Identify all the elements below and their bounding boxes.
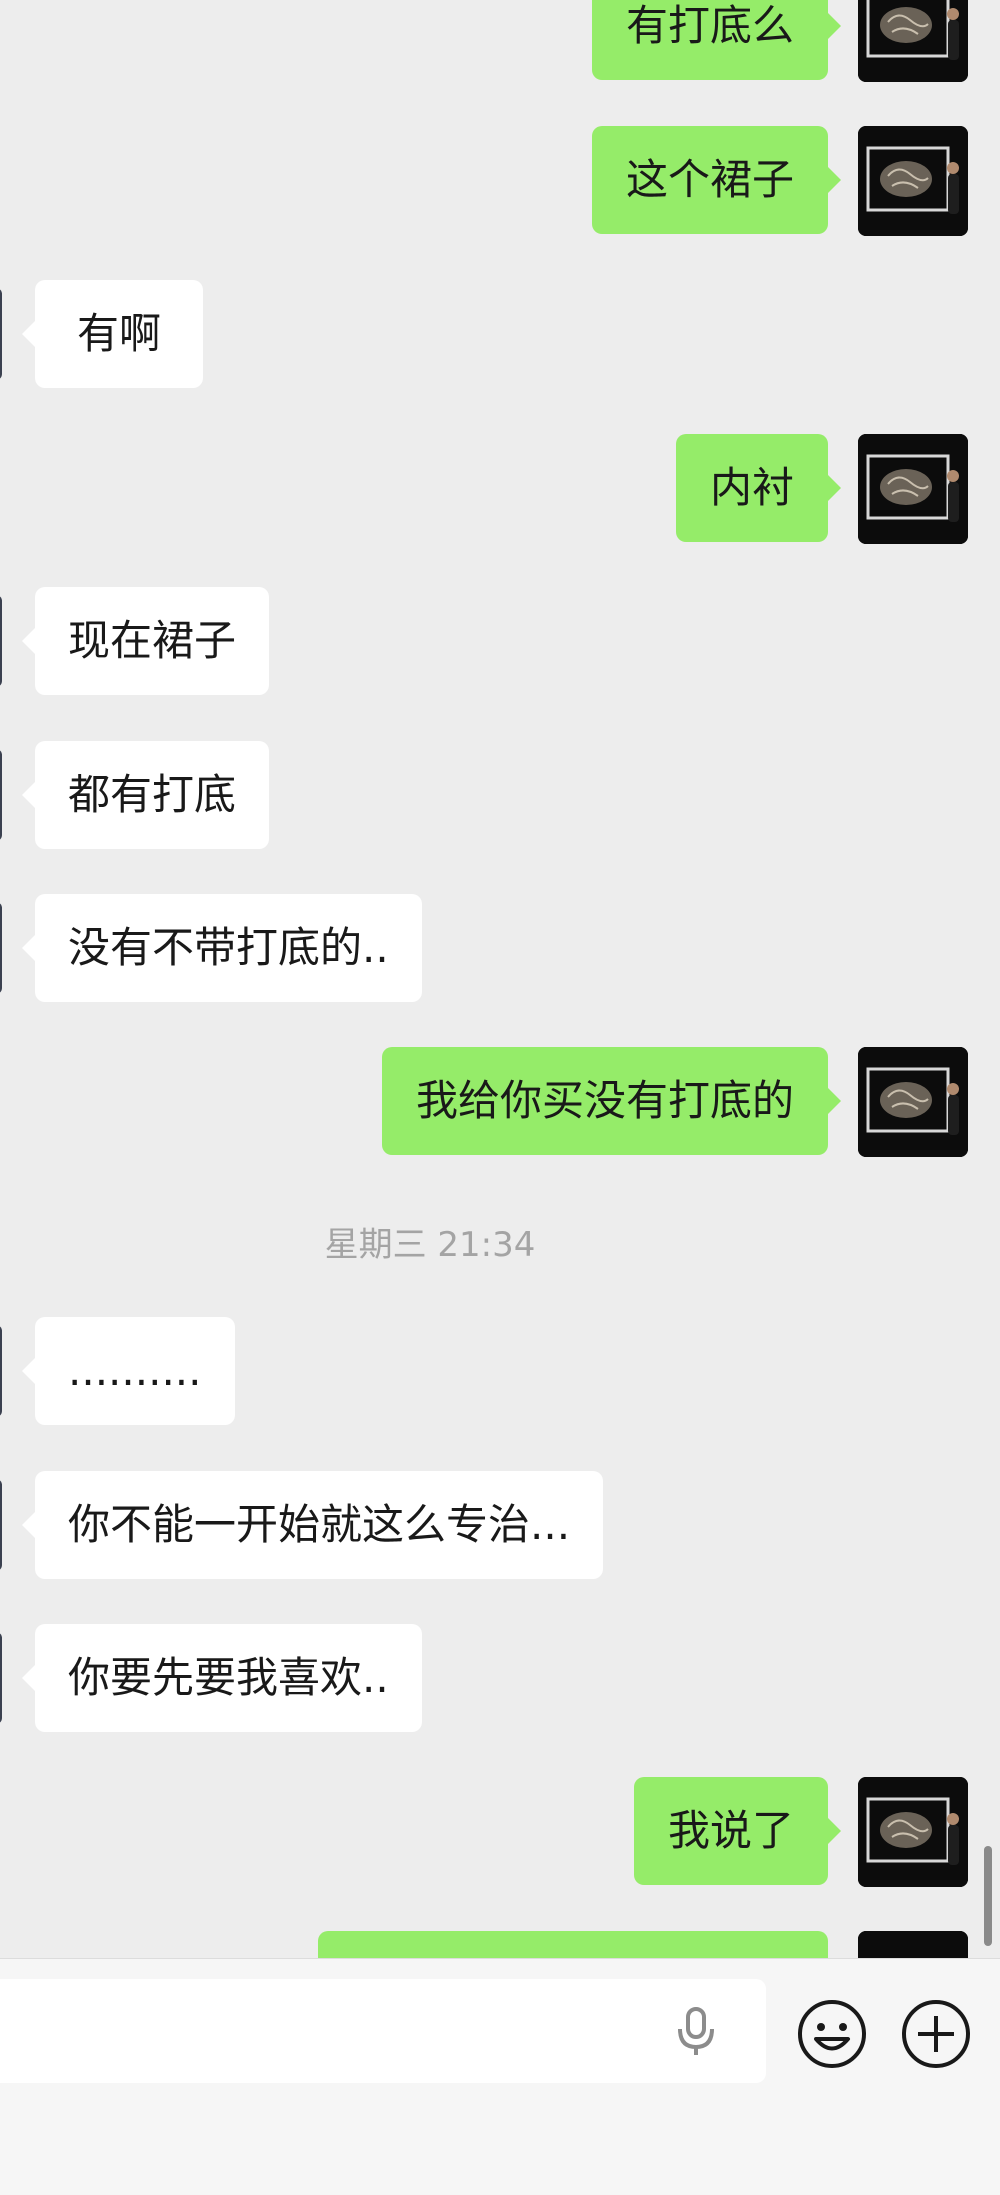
my-message-bubble[interactable]: 内衬 xyxy=(675,434,842,542)
their-message-bubble[interactable]: .......... xyxy=(22,1317,235,1425)
their-message-bubble[interactable]: 你不能一开始就这么专治... xyxy=(21,1471,604,1579)
message-row: 你要先要我喜欢.. xyxy=(0,1624,1000,1732)
message-row: 我给你买没有打底的 xyxy=(0,1047,1000,1157)
my-avatar[interactable] xyxy=(858,1931,968,1958)
scrollbar[interactable] xyxy=(984,1846,992,1946)
emoji-icon[interactable] xyxy=(796,1998,868,2070)
their-message-bubble[interactable]: 没有不带打底的.. xyxy=(22,894,422,1002)
my-message-bubble[interactable]: 这个裙子 xyxy=(591,126,842,234)
message-row: 现在裙子 xyxy=(0,587,1000,695)
contact-avatar[interactable] xyxy=(0,1479,2,1571)
microphone-icon[interactable] xyxy=(668,2003,724,2059)
my-avatar[interactable] xyxy=(858,434,968,544)
message-row: 没有不带打底的.. xyxy=(0,894,1000,1002)
my-message-bubble[interactable]: 我给你买没有打底的 xyxy=(381,1047,842,1155)
contact-avatar[interactable] xyxy=(0,595,2,687)
message-row: .......... xyxy=(0,1317,1000,1425)
their-message-bubble[interactable]: 都有打底 xyxy=(21,741,270,849)
plus-icon[interactable] xyxy=(900,1998,972,2070)
message-row: 这个裙子 xyxy=(0,126,1000,236)
contact-avatar[interactable] xyxy=(0,1325,2,1417)
chat-area[interactable]: 有打底么 这个裙子 有啊 内衬 现在裙子 都有打底 没有不带打底的.. 我给你买… xyxy=(0,0,1000,1958)
my-message-bubble[interactable]: 我说了 xyxy=(633,1777,842,1885)
contact-avatar[interactable] xyxy=(0,288,2,380)
their-message-bubble[interactable]: 现在裙子 xyxy=(21,587,270,695)
message-row: 有啊 xyxy=(0,280,1000,388)
their-message-bubble[interactable]: 有啊 xyxy=(21,280,204,388)
message-row xyxy=(0,1931,1000,1958)
my-message-bubble[interactable] xyxy=(318,1931,828,1958)
message-timestamp: 星期三 21:34 xyxy=(324,1225,536,1265)
contact-avatar[interactable] xyxy=(0,902,2,994)
message-row: 我说了 xyxy=(0,1777,1000,1887)
my-message-bubble[interactable]: 有打底么 xyxy=(591,0,842,80)
contact-avatar[interactable] xyxy=(0,749,2,841)
message-row: 都有打底 xyxy=(0,741,1000,849)
message-row: 有打底么 xyxy=(0,0,1000,82)
message-row: 内衬 xyxy=(0,434,1000,544)
my-avatar[interactable] xyxy=(858,0,968,82)
my-avatar[interactable] xyxy=(858,126,968,236)
contact-avatar[interactable] xyxy=(0,1632,2,1724)
input-bar xyxy=(0,1958,1000,2195)
my-avatar[interactable] xyxy=(858,1777,968,1887)
message-input[interactable] xyxy=(0,1979,766,2083)
my-avatar[interactable] xyxy=(858,1047,968,1157)
message-row: 你不能一开始就这么专治... xyxy=(0,1471,1000,1579)
their-message-bubble[interactable]: 你要先要我喜欢.. xyxy=(22,1624,422,1732)
